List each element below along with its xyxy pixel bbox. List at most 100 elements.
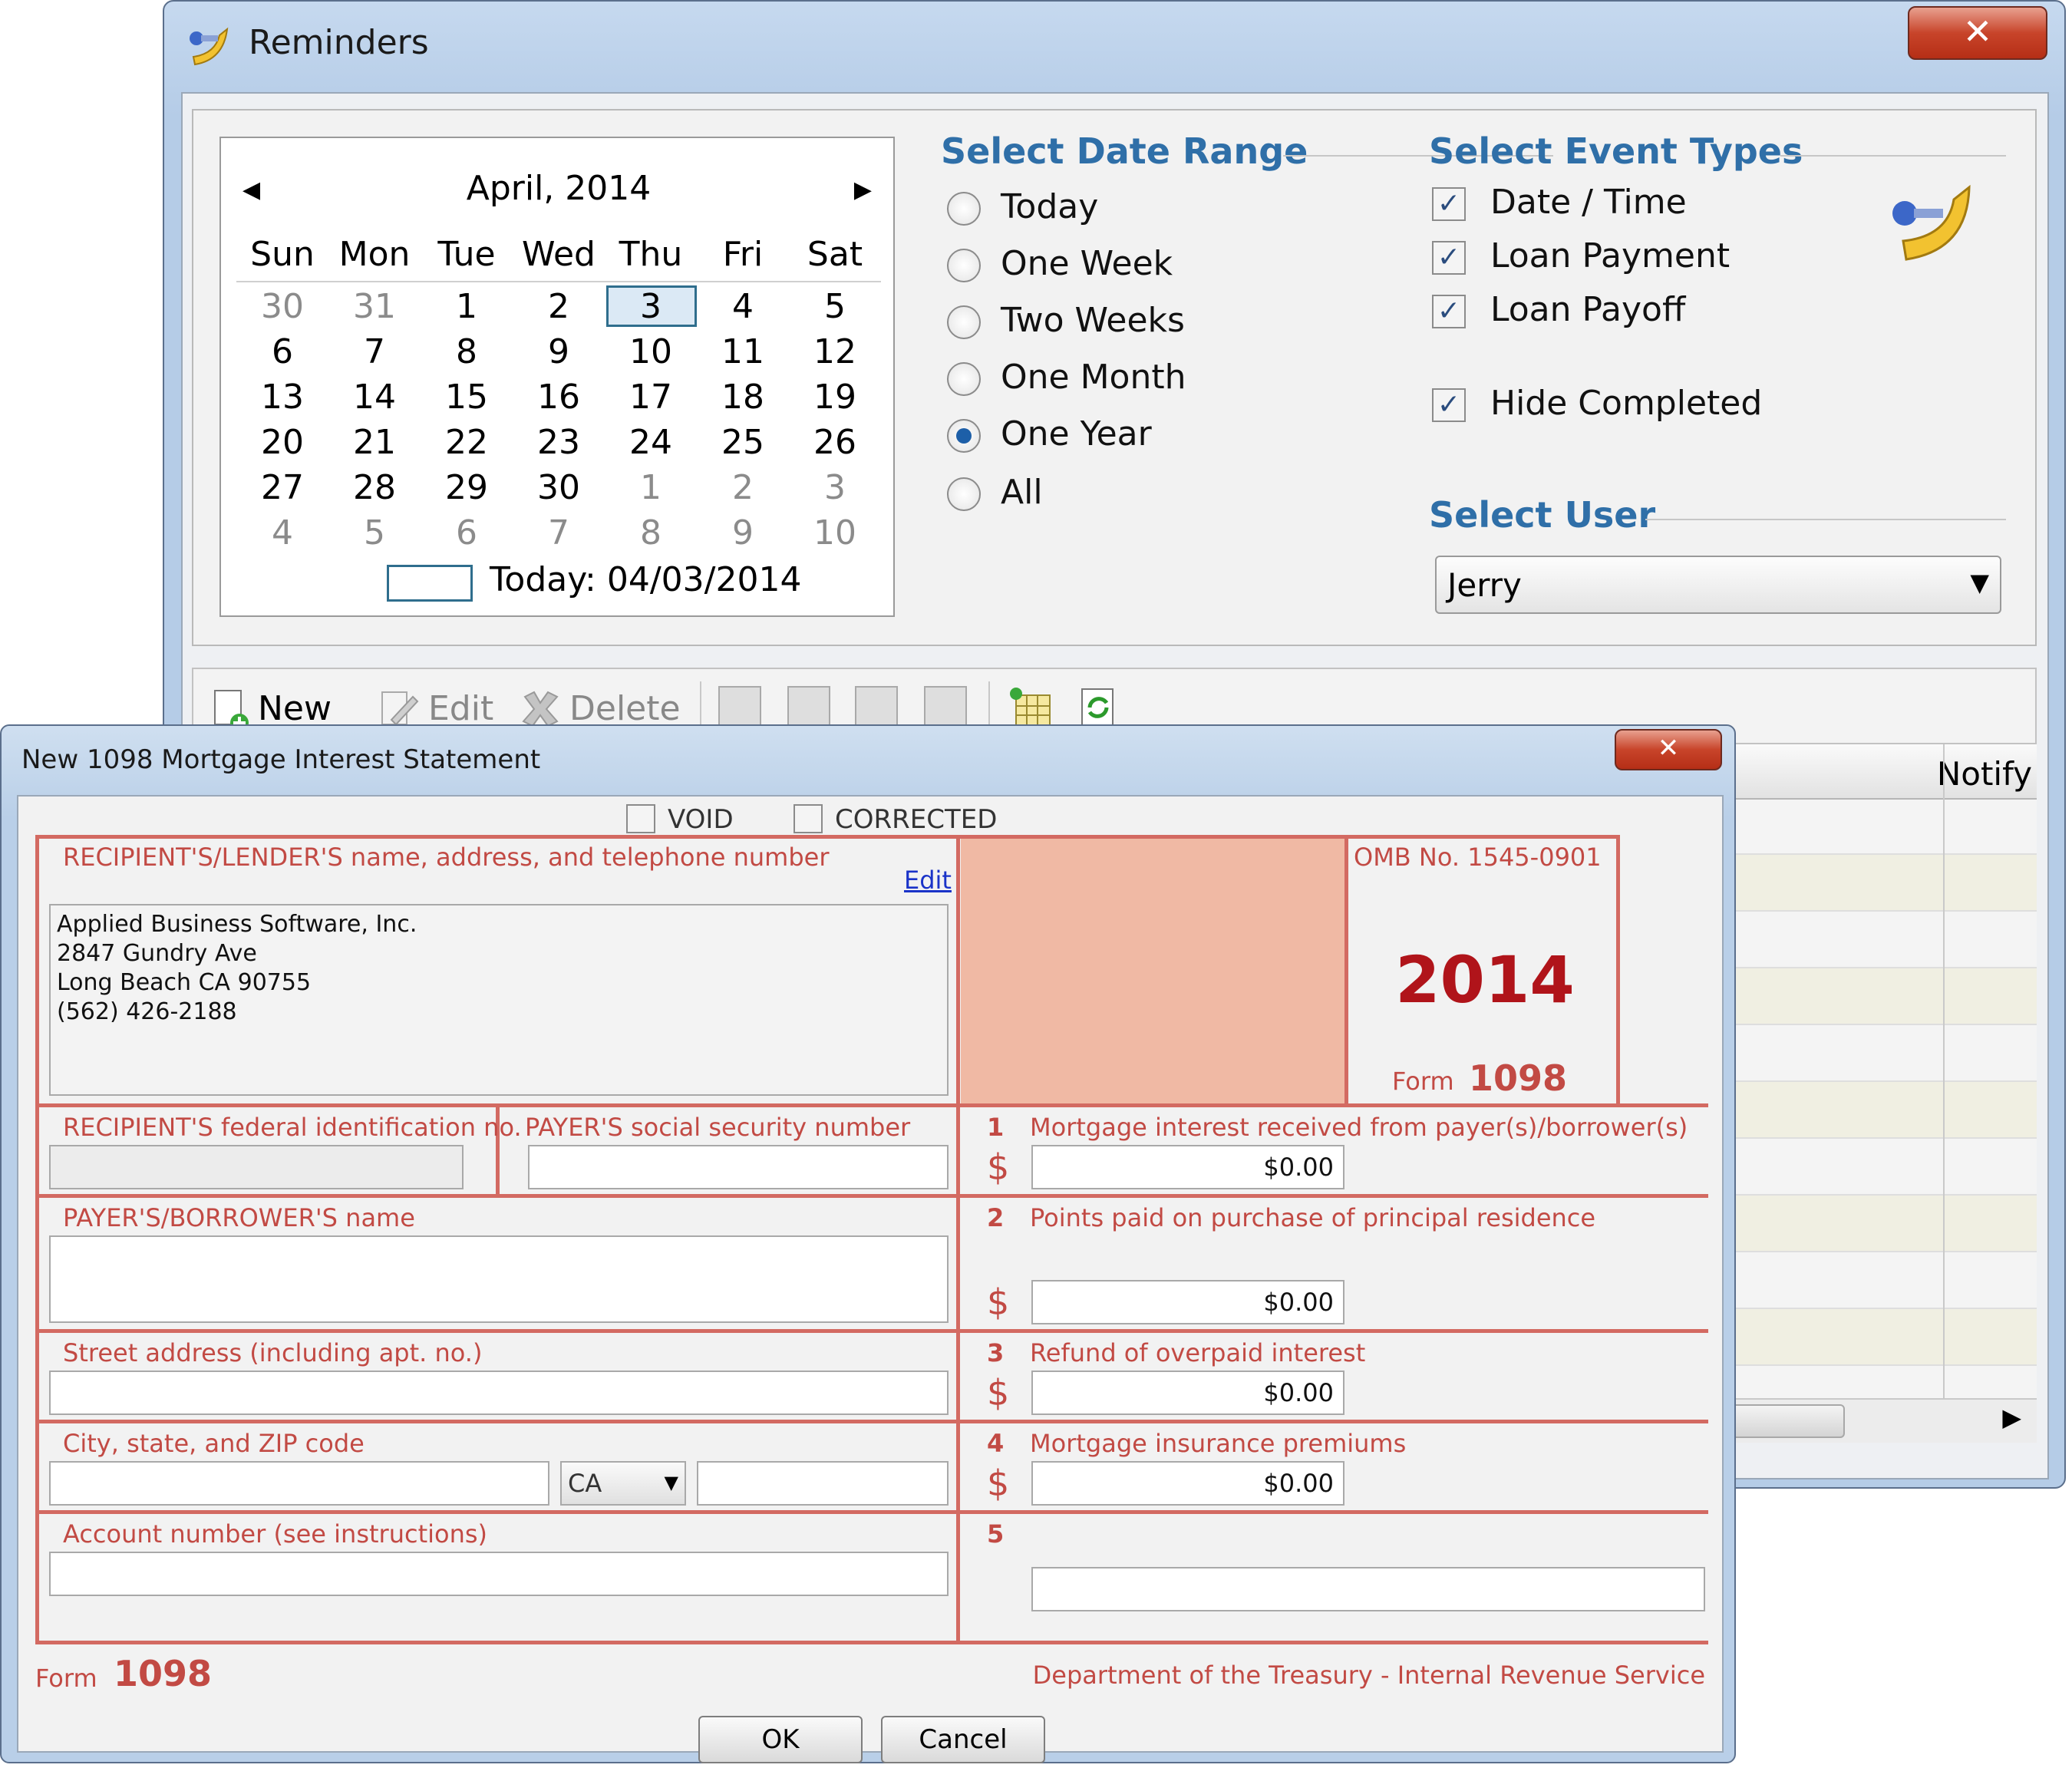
calendar-day[interactable]: 10 bbox=[605, 329, 697, 374]
calendar-day[interactable]: 13 bbox=[236, 374, 328, 420]
box-1-amount[interactable]: $0.00 bbox=[1031, 1145, 1344, 1189]
calendar-day[interactable]: 19 bbox=[789, 374, 881, 420]
calendar-day[interactable]: 3 bbox=[789, 465, 881, 510]
calendar-day[interactable]: 24 bbox=[605, 420, 697, 465]
radio-all[interactable] bbox=[947, 477, 981, 511]
calendar-day[interactable]: 30 bbox=[236, 284, 328, 329]
calendar-day[interactable]: 8 bbox=[421, 329, 513, 374]
payer-ssn-field[interactable] bbox=[528, 1145, 949, 1189]
checkbox-loan-payment[interactable]: ✓ bbox=[1432, 241, 1466, 275]
calendar-day[interactable]: 20 bbox=[236, 420, 328, 465]
recipient-line: (562) 426-2188 bbox=[57, 998, 237, 1025]
box-2-label: Points paid on purchase of principal res… bbox=[1030, 1203, 1596, 1232]
calendar-day[interactable]: 2 bbox=[513, 284, 605, 329]
recipient-line: Applied Business Software, Inc. bbox=[57, 911, 417, 938]
refresh-icon[interactable] bbox=[1076, 684, 1122, 731]
user-dropdown[interactable]: Jerry ▼ bbox=[1435, 556, 2001, 614]
calendar-day[interactable]: 6 bbox=[421, 510, 513, 556]
street-field[interactable] bbox=[49, 1371, 949, 1415]
close-button[interactable]: ✕ bbox=[1908, 6, 2047, 60]
calendar-day[interactable]: 28 bbox=[328, 465, 421, 510]
calendar-day[interactable]: 18 bbox=[697, 374, 789, 420]
recipient-line: Long Beach CA 90755 bbox=[57, 969, 312, 996]
calendar-day[interactable]: 4 bbox=[236, 510, 328, 556]
calendar-day[interactable]: 6 bbox=[236, 329, 328, 374]
checkbox-hide-completed[interactable]: ✓ bbox=[1432, 388, 1466, 422]
group-divider bbox=[1645, 519, 2006, 520]
calendar-day[interactable]: 5 bbox=[789, 284, 881, 329]
edit-recipient-link[interactable]: Edit bbox=[904, 866, 952, 895]
calendar-day[interactable]: 11 bbox=[697, 329, 789, 374]
checkbox-date-time[interactable]: ✓ bbox=[1432, 187, 1466, 221]
box-4-amount[interactable]: $0.00 bbox=[1031, 1461, 1344, 1506]
corrected-checkbox[interactable] bbox=[793, 804, 823, 833]
calendar-day[interactable]: 7 bbox=[328, 329, 421, 374]
box-3-amount[interactable]: $0.00 bbox=[1031, 1371, 1344, 1415]
calendar-day[interactable]: 23 bbox=[513, 420, 605, 465]
calendar-day[interactable]: 17 bbox=[605, 374, 697, 420]
month-calendar: ◀ ▶ April, 2014 Sun Mon Tue Wed Thu Fri … bbox=[219, 137, 895, 617]
columns-icon[interactable] bbox=[855, 686, 898, 729]
calendar-day[interactable]: 9 bbox=[513, 329, 605, 374]
calendar-day[interactable]: 12 bbox=[789, 329, 881, 374]
cancel-button[interactable]: Cancel bbox=[881, 1716, 1045, 1763]
recipient-address-box[interactable]: Applied Business Software, Inc. 2847 Gun… bbox=[49, 904, 949, 1096]
box-2-number: 2 bbox=[987, 1203, 1005, 1232]
calendar-day[interactable]: 15 bbox=[421, 374, 513, 420]
calendar-day[interactable]: 7 bbox=[513, 510, 605, 556]
dollar-sign: $ bbox=[987, 1281, 1010, 1323]
clear-icon[interactable] bbox=[924, 686, 967, 729]
radio-one-month[interactable] bbox=[947, 362, 981, 396]
calendar-day[interactable]: 25 bbox=[697, 420, 789, 465]
checkbox-loan-payoff[interactable]: ✓ bbox=[1432, 295, 1466, 328]
payer-name-field[interactable] bbox=[49, 1235, 949, 1323]
calendar-grid-icon[interactable] bbox=[1008, 684, 1054, 731]
form-rule bbox=[35, 1510, 1708, 1514]
calendar-day[interactable]: 4 bbox=[697, 284, 789, 329]
radio-label: One Month bbox=[1001, 358, 1186, 397]
void-checkbox[interactable] bbox=[626, 804, 655, 833]
today-marker bbox=[387, 565, 473, 602]
box-2-amount[interactable]: $0.00 bbox=[1031, 1280, 1344, 1324]
box-5-field[interactable] bbox=[1031, 1567, 1705, 1611]
calendar-day[interactable]: 9 bbox=[697, 510, 789, 556]
state-value: CA bbox=[568, 1469, 602, 1498]
today-link[interactable]: Today: 04/03/2014 bbox=[490, 560, 801, 599]
radio-one-week[interactable] bbox=[947, 249, 981, 282]
calendar-day[interactable]: 27 bbox=[236, 465, 328, 510]
calendar-day[interactable]: 22 bbox=[421, 420, 513, 465]
state-dropdown[interactable]: CA ▼ bbox=[560, 1461, 686, 1506]
account-field[interactable] bbox=[49, 1552, 949, 1596]
calendar-day[interactable]: 8 bbox=[605, 510, 697, 556]
scroll-right-icon[interactable]: ▶ bbox=[2002, 1403, 2021, 1432]
calendar-day[interactable]: 31 bbox=[328, 284, 421, 329]
box-1-label: Mortgage interest received from payer(s)… bbox=[1030, 1113, 1688, 1142]
city-field[interactable] bbox=[49, 1461, 549, 1506]
calendar-day[interactable]: 10 bbox=[789, 510, 881, 556]
calendar-day[interactable]: 21 bbox=[328, 420, 421, 465]
calendar-day[interactable]: 16 bbox=[513, 374, 605, 420]
calendar-day[interactable]: 26 bbox=[789, 420, 881, 465]
calendar-day-selected[interactable]: 3 bbox=[605, 284, 697, 329]
calendar-day[interactable]: 2 bbox=[697, 465, 789, 510]
calendar-day[interactable]: 14 bbox=[328, 374, 421, 420]
notify-column-header[interactable]: Notify bbox=[1937, 755, 2032, 793]
window-title: Reminders bbox=[249, 23, 429, 62]
weekday-label: Sat bbox=[807, 235, 863, 274]
ok-button[interactable]: OK bbox=[698, 1716, 863, 1763]
print-icon[interactable] bbox=[718, 686, 761, 729]
dialog-close-button[interactable]: ✕ bbox=[1615, 729, 1722, 770]
radio-two-weeks[interactable] bbox=[947, 305, 981, 339]
calendar-day[interactable]: 1 bbox=[605, 465, 697, 510]
calendar-day[interactable]: 5 bbox=[328, 510, 421, 556]
zip-field[interactable] bbox=[697, 1461, 949, 1506]
calendar-day[interactable]: 30 bbox=[513, 465, 605, 510]
recipient-fed-id-field[interactable] bbox=[49, 1145, 464, 1189]
print-preview-icon[interactable] bbox=[787, 686, 830, 729]
radio-one-year[interactable] bbox=[947, 419, 981, 453]
form-1098-dialog: New 1098 Mortgage Interest Statement ✕ V… bbox=[0, 724, 1736, 1763]
calendar-day[interactable]: 1 bbox=[421, 284, 513, 329]
void-label: VOID bbox=[668, 804, 734, 835]
calendar-day[interactable]: 29 bbox=[421, 465, 513, 510]
radio-today[interactable] bbox=[947, 192, 981, 226]
